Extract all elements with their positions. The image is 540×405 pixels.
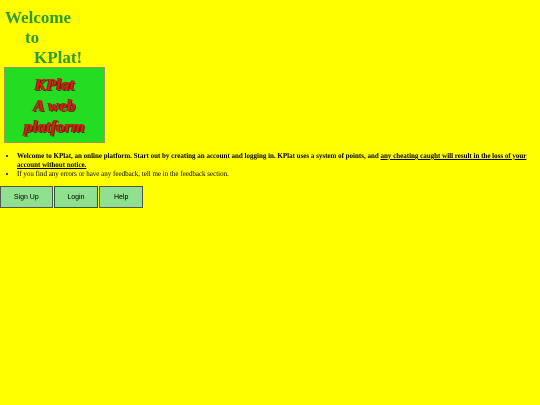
logo-box: KPlat A web platform bbox=[4, 67, 105, 143]
button-bar: Sign Up Login Help bbox=[0, 186, 144, 208]
info-list: Welcome to KPlat, an online platform. St… bbox=[8, 152, 540, 179]
info-item-welcome: Welcome to KPlat, an online platform. St… bbox=[17, 152, 540, 170]
help-button[interactable]: Help bbox=[99, 186, 143, 208]
info-item-feedback: If you find any errors or have any feedb… bbox=[17, 170, 540, 179]
info-item-feedback-text: If you find any errors or have any feedb… bbox=[17, 170, 229, 178]
info-item-welcome-text: Welcome to KPlat, an online platform. St… bbox=[17, 152, 381, 160]
login-button[interactable]: Login bbox=[53, 186, 99, 208]
welcome-line-1: Welcome bbox=[5, 8, 72, 27]
welcome-heading: Welcome to KPlat! bbox=[5, 8, 100, 68]
welcome-line-3: KPlat! bbox=[34, 48, 83, 67]
welcome-line-2: to bbox=[25, 28, 40, 47]
page: Welcome to KPlat! KPlat A web platform W… bbox=[0, 0, 540, 405]
logo-text: KPlat A web platform bbox=[24, 74, 85, 136]
sign-up-button[interactable]: Sign Up bbox=[0, 186, 53, 208]
